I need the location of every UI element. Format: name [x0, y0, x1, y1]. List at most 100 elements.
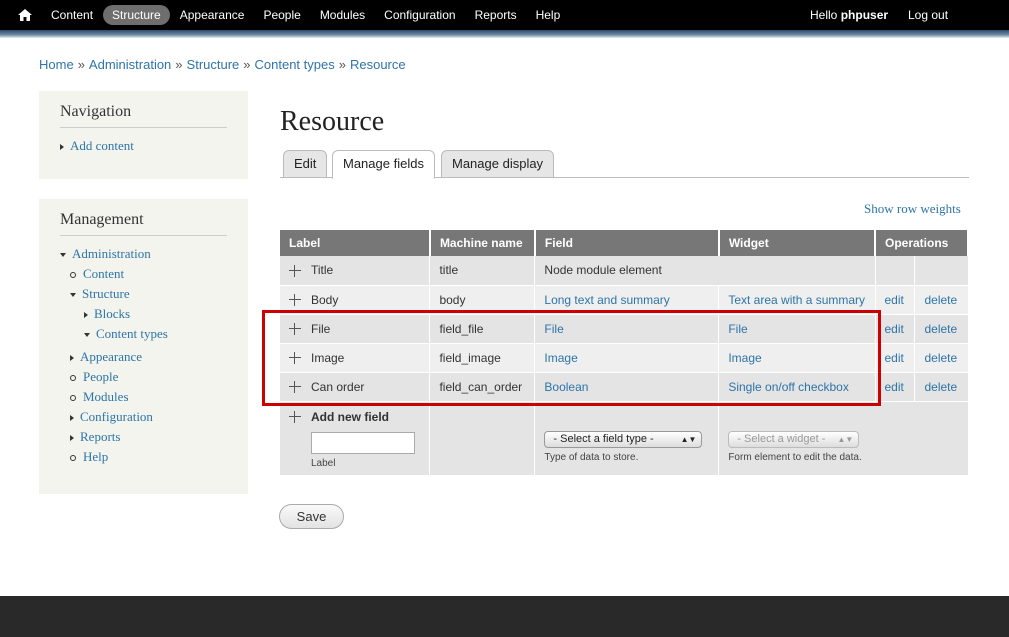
- drag-handle-icon[interactable]: [289, 411, 301, 424]
- save-button[interactable]: Save: [279, 504, 344, 529]
- menu-people[interactable]: People: [60, 367, 227, 387]
- tab-edit[interactable]: Edit: [283, 150, 328, 178]
- field-type-link[interactable]: Image: [544, 351, 577, 365]
- user-greeting: Hello phpuser: [810, 8, 889, 22]
- delete-link[interactable]: delete: [924, 322, 957, 336]
- new-field-label-input[interactable]: [311, 431, 415, 454]
- breadcrumb-structure[interactable]: Structure: [187, 57, 240, 72]
- breadcrumb-content-types[interactable]: Content types: [255, 57, 335, 72]
- widget-link[interactable]: File: [728, 322, 747, 336]
- header-operations: Operations: [875, 230, 969, 256]
- menu-content[interactable]: Content: [60, 264, 227, 284]
- select-arrows-icon: ▲▼: [680, 434, 697, 444]
- delete-link[interactable]: delete: [924, 293, 957, 307]
- field-type-link[interactable]: Boolean: [544, 380, 588, 394]
- drag-handle-icon[interactable]: [289, 323, 301, 336]
- field-type-description: Type of data to store.: [544, 451, 639, 463]
- edit-link[interactable]: edit: [885, 322, 904, 336]
- bullet-icon: [70, 272, 76, 279]
- toolbar-reports[interactable]: Reports: [466, 5, 526, 25]
- select-arrows-icon: ▲▼: [837, 434, 854, 444]
- toolbar-menu: Content Structure Appearance People Modu…: [42, 0, 570, 30]
- menu-administration[interactable]: Administration: [60, 244, 227, 264]
- header-machine-name: Machine name: [429, 230, 536, 256]
- collapsed-arrow-icon: [84, 312, 88, 319]
- menu-content-types[interactable]: Content types: [60, 324, 227, 344]
- fields-table: Label Machine name Field Widget Operatio…: [280, 230, 969, 476]
- bullet-icon: [70, 455, 76, 462]
- widget-description: Form element to edit the data.: [728, 451, 862, 463]
- tab-manage-display[interactable]: Manage display: [441, 150, 555, 178]
- widget-link[interactable]: Image: [728, 351, 761, 365]
- field-type-link[interactable]: File: [544, 322, 563, 336]
- drag-handle-icon[interactable]: [289, 265, 301, 278]
- header-label: Label: [280, 230, 431, 256]
- menu-appearance[interactable]: Appearance: [60, 347, 227, 367]
- toolbar-configuration[interactable]: Configuration: [375, 5, 464, 25]
- toolbar-help[interactable]: Help: [527, 5, 570, 25]
- label-caption: Label: [311, 457, 336, 469]
- edit-link[interactable]: edit: [885, 293, 904, 307]
- management-title: Management: [60, 211, 227, 236]
- widget-link[interactable]: Text area with a summary: [728, 293, 865, 307]
- table-row: Body body Long text and summary Text are…: [280, 285, 969, 315]
- bullet-icon: [70, 395, 76, 402]
- collapsed-arrow-icon: [70, 435, 74, 442]
- collapsed-arrow-icon: [70, 355, 74, 362]
- breadcrumb-home[interactable]: Home: [39, 57, 74, 72]
- menu-reports[interactable]: Reports: [60, 427, 227, 447]
- delete-link[interactable]: delete: [924, 351, 957, 365]
- drag-handle-icon[interactable]: [289, 381, 301, 394]
- toolbar-shadow: [0, 30, 1009, 38]
- widget-select[interactable]: - Select a widget - ▲▼: [728, 430, 860, 448]
- bullet-icon: [70, 375, 76, 382]
- username[interactable]: phpuser: [841, 8, 888, 22]
- menu-modules[interactable]: Modules: [60, 387, 227, 407]
- collapsed-arrow-icon: [60, 144, 64, 151]
- page-footer: [0, 596, 1009, 637]
- toolbar-content[interactable]: Content: [42, 5, 102, 25]
- field-type-select[interactable]: - Select a field type - ▲▼: [544, 430, 703, 448]
- tab-manage-fields[interactable]: Manage fields: [332, 150, 435, 179]
- show-row-weights-link[interactable]: Show row weights: [864, 201, 961, 217]
- header-field: Field: [534, 230, 720, 256]
- table-row: File field_file File File edit delete: [280, 314, 969, 344]
- nav-add-content[interactable]: Add content: [60, 136, 227, 156]
- edit-link[interactable]: edit: [885, 380, 904, 394]
- field-type-link[interactable]: Long text and summary: [544, 293, 669, 307]
- breadcrumb: Home» Administration» Structure» Content ty…: [39, 57, 406, 72]
- add-new-field-title: Add new field: [311, 409, 389, 424]
- drag-handle-icon[interactable]: [289, 294, 301, 307]
- table-row: Can order field_can_order Boolean Single…: [280, 372, 969, 402]
- breadcrumb-administration[interactable]: Administration: [89, 57, 171, 72]
- header-widget: Widget: [718, 230, 877, 256]
- navigation-title: Navigation: [60, 103, 227, 128]
- drag-handle-icon[interactable]: [289, 352, 301, 365]
- breadcrumb-resource[interactable]: Resource: [350, 57, 406, 72]
- widget-link[interactable]: Single on/off checkbox: [728, 380, 849, 394]
- delete-link[interactable]: delete: [924, 380, 957, 394]
- menu-blocks[interactable]: Blocks: [60, 304, 227, 324]
- tabs: Edit Manage fields Manage display: [280, 150, 969, 179]
- collapsed-arrow-icon: [70, 415, 74, 422]
- home-icon[interactable]: [17, 7, 33, 23]
- toolbar-people[interactable]: People: [254, 5, 309, 25]
- admin-toolbar: Content Structure Appearance People Modu…: [0, 0, 1009, 30]
- logout-link[interactable]: Log out: [908, 8, 948, 22]
- table-header: Label Machine name Field Widget Operatio…: [280, 230, 969, 256]
- menu-structure[interactable]: Structure: [60, 284, 227, 304]
- page-title: Resource: [280, 106, 385, 137]
- toolbar-modules[interactable]: Modules: [311, 5, 374, 25]
- edit-link[interactable]: edit: [885, 351, 904, 365]
- toolbar-appearance[interactable]: Appearance: [171, 5, 254, 25]
- table-row: Image field_image Image Image edit delet…: [280, 343, 969, 373]
- menu-configuration[interactable]: Configuration: [60, 407, 227, 427]
- add-new-field-row: Add new field Label - Select a field typ…: [280, 401, 969, 476]
- expanded-arrow-icon: [70, 293, 76, 298]
- expanded-arrow-icon: [84, 333, 90, 338]
- management-block: Management Administration Content Struct…: [39, 199, 248, 494]
- expanded-arrow-icon: [60, 253, 66, 258]
- navigation-block: Navigation Add content: [39, 91, 248, 179]
- toolbar-structure[interactable]: Structure: [103, 5, 170, 25]
- menu-help[interactable]: Help: [60, 447, 227, 467]
